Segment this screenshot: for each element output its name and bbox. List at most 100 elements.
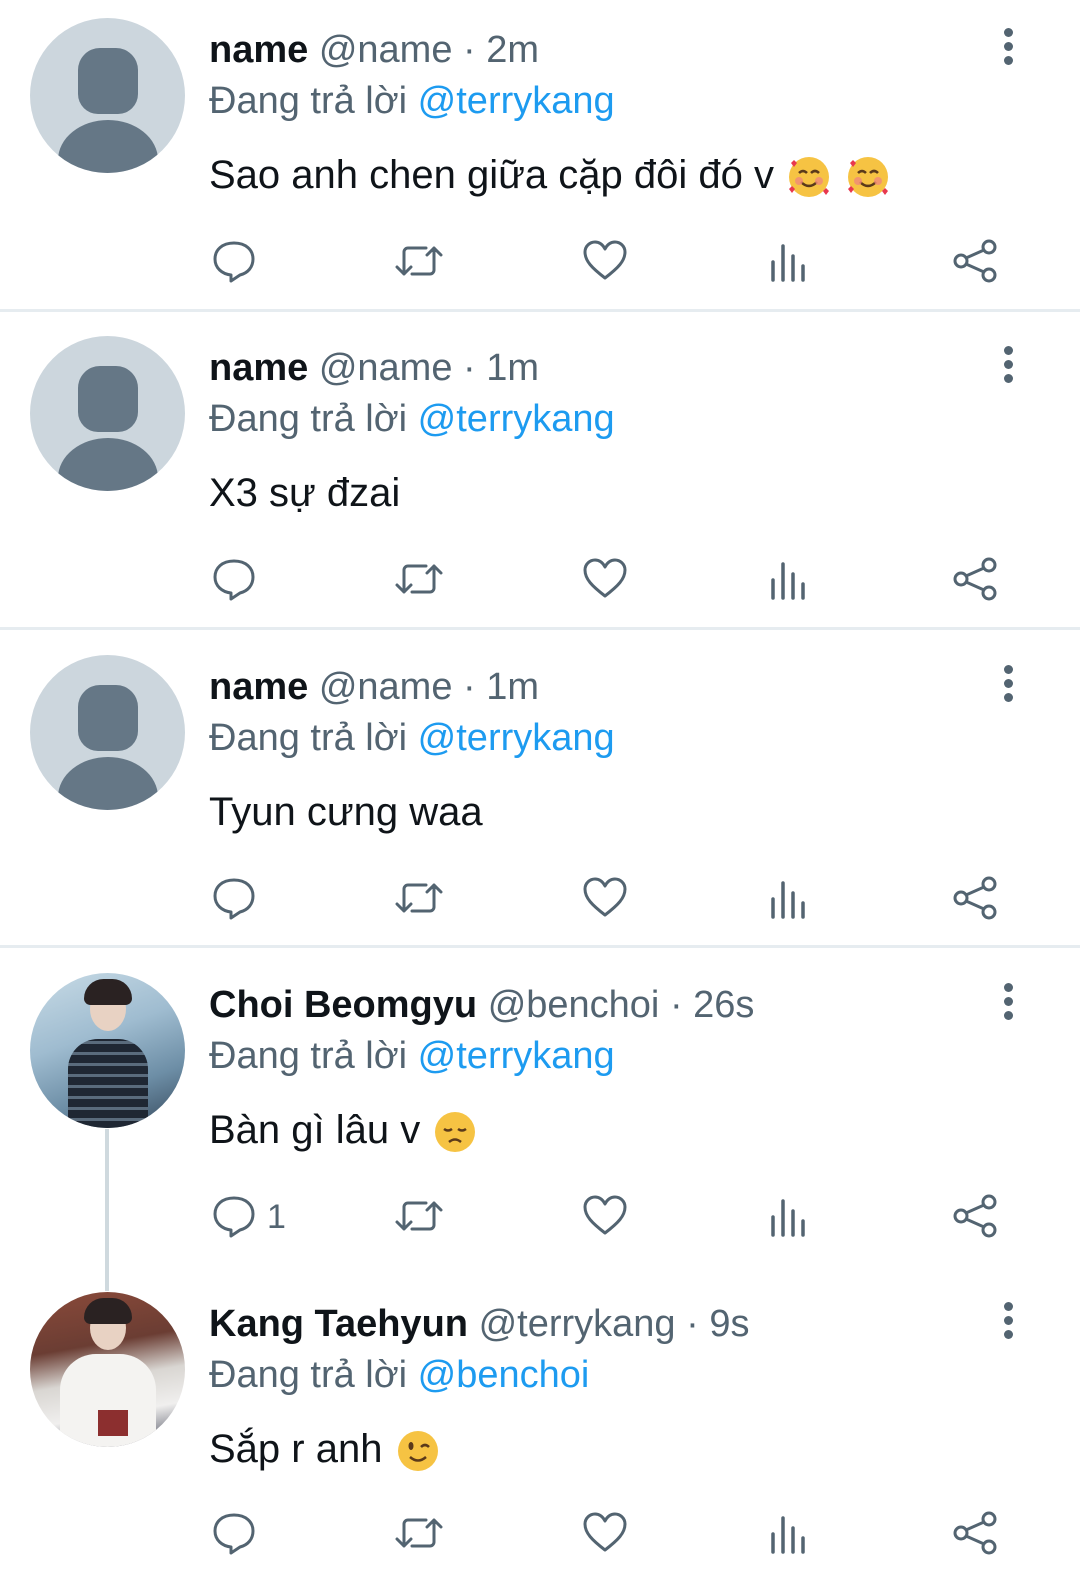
views-button[interactable] (769, 556, 809, 606)
display-name[interactable]: name (209, 347, 308, 389)
like-button[interactable] (582, 1193, 628, 1243)
share-button[interactable] (951, 1193, 999, 1243)
replying-to: Đang trả lời @terrykang (209, 1031, 615, 1081)
smiling-face-with-hearts-icon (848, 157, 889, 198)
views-button[interactable] (769, 875, 809, 925)
views-button[interactable] (769, 238, 809, 288)
replying-to: Đang trả lời @terrykang (209, 713, 615, 763)
more-options-icon[interactable] (996, 340, 1022, 390)
more-options-icon[interactable] (996, 1296, 1022, 1346)
tweet-text: Tyun cưng waa (209, 785, 483, 839)
views-icon (771, 244, 805, 282)
tweet-text-content: Tyun cưng waa (209, 790, 483, 834)
timestamp[interactable]: · 1m (463, 347, 539, 389)
share-button[interactable] (951, 875, 999, 925)
tweet-header: Kang Taehyun @terrykang · 9s (209, 1299, 749, 1349)
tweet[interactable]: name @name · 2m Đang trả lời @terrykang … (0, 0, 1080, 310)
like-button[interactable] (582, 238, 628, 288)
replying-to-label: Đang trả lời (209, 80, 408, 122)
replying-to-handle[interactable]: @terrykang (418, 717, 615, 759)
avatar[interactable] (30, 336, 185, 491)
avatar-photo-hair (84, 979, 132, 1005)
replying-to: Đang trả lời @benchoi (209, 1350, 589, 1400)
replying-to-handle[interactable]: @benchoi (418, 1354, 590, 1396)
avatar-photo-shirt (68, 1039, 148, 1128)
like-button[interactable] (582, 1510, 628, 1560)
reply-button[interactable] (211, 1510, 271, 1560)
timestamp[interactable]: · 26s (670, 984, 754, 1026)
retweet-icon (395, 246, 443, 276)
tweet[interactable]: name @name · 1m Đang trả lời @terrykang … (0, 637, 1080, 947)
like-button[interactable] (582, 875, 628, 925)
display-name[interactable]: name (209, 29, 308, 71)
timestamp[interactable]: · 1m (463, 666, 539, 708)
retweet-button[interactable] (392, 1510, 448, 1560)
like-icon (583, 558, 627, 598)
tweet-header: name @name · 1m (209, 343, 539, 393)
reply-button[interactable] (211, 238, 271, 288)
tweet-text-content: X3 sự đzai (209, 471, 401, 515)
display-name[interactable]: Choi Beomgyu (209, 984, 477, 1026)
tweet-text-content: Sắp r anh (209, 1427, 383, 1471)
retweet-button[interactable] (392, 238, 448, 288)
timestamp[interactable]: · 2m (463, 29, 539, 71)
more-options-icon[interactable] (996, 977, 1022, 1027)
replying-to-label: Đang trả lời (209, 717, 408, 759)
share-icon (953, 876, 997, 920)
share-icon (953, 557, 997, 601)
user-handle[interactable]: @terrykang (479, 1303, 676, 1345)
views-button[interactable] (769, 1510, 809, 1560)
display-name[interactable]: name (209, 666, 308, 708)
avatar[interactable] (30, 655, 185, 810)
tweet-text: X3 sự đzai (209, 466, 400, 520)
reply-count: 1 (267, 1198, 286, 1236)
tweet[interactable]: Choi Beomgyu @benchoi · 26s Đang trả lời… (0, 955, 1080, 1265)
share-button[interactable] (951, 238, 999, 288)
tweet[interactable]: Kang Taehyun @terrykang · 9s Đang trả lờ… (0, 1274, 1080, 1579)
reply-button[interactable] (211, 875, 271, 925)
reply-icon (213, 1196, 255, 1238)
retweet-button[interactable] (392, 1193, 448, 1243)
more-options-icon[interactable] (996, 659, 1022, 709)
views-icon (771, 881, 805, 919)
avatar[interactable] (30, 18, 185, 173)
more-options-icon[interactable] (996, 22, 1022, 72)
views-icon (771, 1516, 805, 1554)
avatar[interactable] (30, 1292, 185, 1447)
reply-button[interactable] (211, 556, 271, 606)
avatar[interactable] (30, 973, 185, 1128)
timestamp[interactable]: · 9s (686, 1303, 749, 1345)
like-button[interactable] (582, 556, 628, 606)
replying-to-label: Đang trả lời (209, 398, 408, 440)
tweet-text-content: Sao anh chen giữa cặp đôi đó v (209, 153, 774, 197)
user-handle[interactable]: @benchoi (488, 984, 660, 1026)
retweet-button[interactable] (392, 556, 448, 606)
share-button[interactable] (951, 1510, 999, 1560)
views-icon (771, 1199, 805, 1237)
default-avatar-body (58, 120, 158, 173)
tweet-header: name @name · 2m (209, 25, 539, 75)
user-handle[interactable]: @name (319, 666, 453, 708)
user-handle[interactable]: @name (319, 29, 453, 71)
tweet-text-content: Bàn gì lâu v (209, 1108, 421, 1152)
default-avatar-head (78, 48, 138, 114)
avatar-photo-hair (84, 1298, 132, 1324)
reply-button[interactable]: 1 (211, 1193, 291, 1243)
like-icon (583, 877, 627, 917)
winking-face-icon (397, 1431, 438, 1472)
replying-to-handle[interactable]: @terrykang (418, 1035, 615, 1077)
views-button[interactable] (769, 1193, 809, 1243)
replying-to-handle[interactable]: @terrykang (418, 80, 615, 122)
smiling-face-with-hearts-icon (789, 157, 830, 198)
user-handle[interactable]: @name (319, 347, 453, 389)
share-icon (953, 1511, 997, 1555)
reply-icon (213, 241, 255, 283)
display-name[interactable]: Kang Taehyun (209, 1303, 468, 1345)
replying-to-handle[interactable]: @terrykang (418, 398, 615, 440)
divider (0, 309, 1080, 312)
tweet[interactable]: name @name · 1m Đang trả lời @terrykang … (0, 318, 1080, 628)
tweet-text: Bàn gì lâu v (209, 1103, 479, 1157)
retweet-button[interactable] (392, 875, 448, 925)
reply-icon (213, 559, 255, 601)
share-button[interactable] (951, 556, 999, 606)
